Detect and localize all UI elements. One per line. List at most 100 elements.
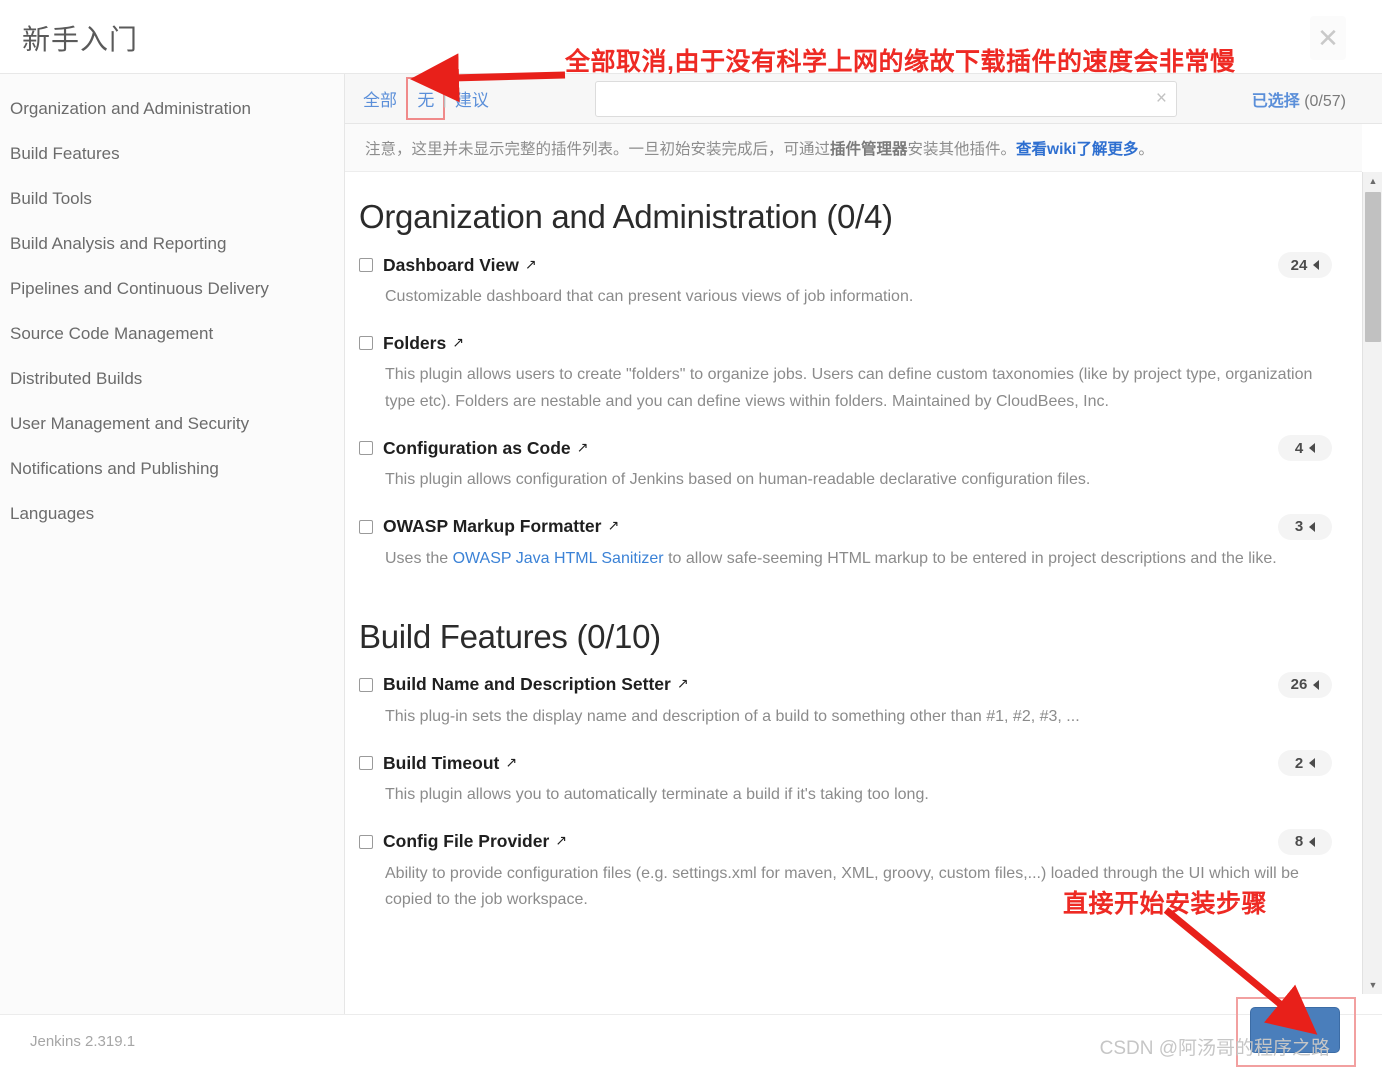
plugin-row-dashboard-view: Dashboard View ↗ 24 Customizable dashboa… [359, 250, 1332, 310]
external-link-icon[interactable]: ↗ [452, 334, 464, 351]
filter-links: 全部 | 无 | 建议 [359, 77, 493, 120]
plugin-checkbox-configuration-as-code[interactable] [359, 441, 373, 456]
plugin-row-build-timeout: Build Timeout ↗ 2 This plugin allows you… [359, 748, 1332, 808]
scrollbar-thumb[interactable] [1365, 192, 1381, 342]
close-icon[interactable]: ✕ [1310, 16, 1346, 60]
plugin-head: Configuration as Code ↗ [359, 433, 1332, 463]
plugin-head: Dashboard View ↗ [359, 250, 1332, 280]
plugin-name-dashboard-view[interactable]: Dashboard View [383, 255, 519, 276]
external-link-icon[interactable]: ↗ [577, 439, 589, 456]
plugin-description-folders: This plugin allows users to create "fold… [385, 366, 1313, 410]
triangle-left-icon [1313, 260, 1320, 270]
plugin-head: Build Name and Description Setter ↗ [359, 670, 1332, 700]
plugin-head: Folders ↗ [359, 328, 1332, 358]
badge-count: 2 [1294, 754, 1304, 772]
plugin-badge-dashboard-view[interactable]: 24 [1278, 252, 1332, 278]
plugin-checkbox-owasp-markup-formatter[interactable] [359, 519, 373, 534]
plugin-head: Build Timeout ↗ [359, 748, 1332, 778]
badge-count: 4 [1294, 439, 1304, 457]
filter-all-link[interactable]: 全部 [359, 84, 401, 113]
plugin-badge-build-timeout[interactable]: 2 [1278, 750, 1332, 777]
dialog-header: 新手入门 ✕ [0, 0, 1382, 74]
selected-count: 已选择 (0/57) [1252, 87, 1346, 111]
plugin-row-folders: Folders ↗ This plugin allows users to cr… [359, 328, 1332, 415]
plugin-name-build-timeout[interactable]: Build Timeout [383, 753, 499, 774]
vertical-scrollbar[interactable]: ▲ ▼ [1362, 172, 1382, 994]
plugin-description-build-timeout: This plugin allows you to automatically … [385, 786, 929, 804]
badge-count: 26 [1290, 676, 1308, 694]
notice-part-1: 注意，这里并未显示完整的插件列表。一旦初始安装完成后，可通过 [365, 140, 831, 158]
plugin-description-configuration-as-code: This plugin allows configuration of Jenk… [385, 471, 1091, 489]
plugin-name-configuration-as-code[interactable]: Configuration as Code [383, 438, 571, 459]
sidebar-item-pipelines-and-continuous-delivery[interactable]: Pipelines and Continuous Delivery [0, 266, 344, 311]
sidebar-item-user-management-and-security[interactable]: User Management and Security [0, 401, 344, 446]
notice-bold-plugin-manager: 插件管理器 [830, 140, 908, 158]
external-link-icon[interactable]: ↗ [677, 675, 689, 692]
plugin-name-config-file-provider[interactable]: Config File Provider [383, 831, 549, 852]
plugin-badge-build-name-and-description-setter[interactable]: 26 [1278, 671, 1332, 698]
external-link-icon[interactable]: ↗ [555, 832, 567, 849]
page-title: 新手入门 [22, 24, 139, 55]
plugin-scroll-area: Organization and Administration (0/4) Da… [345, 172, 1362, 994]
install-button[interactable] [1250, 1007, 1340, 1053]
category-title-build-features: Build Features (0/10) [359, 617, 661, 655]
plugin-description-owasp-markup-formatter: Uses the OWASP Java HTML Sanitizer to al… [385, 546, 1325, 572]
search-input[interactable] [595, 81, 1177, 117]
badge-count: 3 [1294, 518, 1304, 536]
plugin-name-owasp-markup-formatter[interactable]: OWASP Markup Formatter [383, 516, 601, 537]
filter-none-link[interactable]: 无 [406, 77, 446, 120]
selected-number: (0/57) [1304, 93, 1346, 110]
filter-suggested-link[interactable]: 建议 [451, 84, 493, 113]
sidebar-item-source-code-management[interactable]: Source Code Management [0, 311, 344, 356]
sidebar-item-notifications-and-publishing[interactable]: Notifications and Publishing [0, 446, 344, 491]
plugin-checkbox-build-name-and-description-setter[interactable] [359, 677, 373, 692]
plugin-head: Config File Provider ↗ [359, 827, 1332, 857]
plugin-badge-owasp-markup-formatter[interactable]: 3 [1278, 513, 1332, 540]
selected-label[interactable]: 已选择 [1252, 93, 1300, 110]
category-title-organization: Organization and Administration (0/4) [359, 198, 893, 235]
setup-wizard-dialog: 新手入门 ✕ Organization and Administration B… [0, 0, 1382, 1070]
owasp-sanitizer-link[interactable]: OWASP Java HTML Sanitizer [453, 550, 664, 567]
filter-bar: 全部 | 无 | 建议 × 已选择 (0/57) [345, 74, 1382, 124]
scroll-up-arrow-icon[interactable]: ▲ [1363, 172, 1382, 190]
plugin-checkbox-config-file-provider[interactable] [359, 834, 373, 849]
sidebar-item-languages[interactable]: Languages [0, 491, 344, 536]
sidebar-item-organization-and-administration[interactable]: Organization and Administration [0, 86, 344, 131]
notice-part-2: 安装其他插件。 [907, 140, 1017, 158]
badge-count: 24 [1290, 256, 1308, 274]
plugin-badge-config-file-provider[interactable]: 8 [1278, 828, 1332, 855]
plugin-description-build-name-and-description-setter: This plug-in sets the display name and d… [385, 707, 1080, 725]
scroll-down-arrow-icon[interactable]: ▼ [1363, 976, 1382, 994]
plugin-row-owasp-markup-formatter: OWASP Markup Formatter ↗ 3 Uses the OWAS… [359, 512, 1332, 572]
plugin-checkbox-dashboard-view[interactable] [359, 258, 373, 272]
sidebar-item-build-features[interactable]: Build Features [0, 131, 344, 176]
sidebar-item-distributed-builds[interactable]: Distributed Builds [0, 356, 344, 401]
external-link-icon[interactable]: ↗ [525, 256, 537, 273]
plugin-name-build-name-and-description-setter[interactable]: Build Name and Description Setter [383, 674, 671, 695]
plugin-checkbox-folders[interactable] [359, 336, 373, 351]
dialog-footer: Jenkins 2.319.1 [0, 997, 1382, 1070]
badge-count: 8 [1294, 833, 1304, 851]
plugin-list-notice: 注意，这里并未显示完整的插件列表。一旦初始安装完成后，可通过 插件管理器 安装其他插… [345, 124, 1362, 172]
filter-separator-2: | [442, 88, 447, 108]
external-link-icon[interactable]: ↗ [505, 754, 517, 771]
sidebar-item-build-analysis-and-reporting[interactable]: Build Analysis and Reporting [0, 221, 344, 266]
plugin-description-config-file-provider: Ability to provide configuration files (… [385, 864, 1299, 909]
desc-text-pre: Uses the [385, 549, 453, 567]
sidebar-item-build-tools[interactable]: Build Tools [0, 176, 344, 221]
plugin-description-dashboard-view: Customizable dashboard that can present … [385, 288, 914, 305]
desc-text-post: to allow safe-seeming HTML markup to be … [663, 549, 1277, 567]
plugin-pane: 全部 | 无 | 建议 × 已选择 (0/57) 注意，这里并未显示完整的插件列… [345, 74, 1382, 1014]
external-link-icon[interactable]: ↗ [607, 517, 619, 534]
clear-search-icon[interactable]: × [1156, 88, 1167, 110]
triangle-left-icon [1309, 443, 1316, 454]
filter-separator-1: | [405, 88, 410, 108]
plugin-row-configuration-as-code: Configuration as Code ↗ 4 This plugin al… [359, 433, 1332, 493]
plugin-name-folders[interactable]: Folders [383, 333, 446, 354]
plugin-row-config-file-provider: Config File Provider ↗ 8 Ability to prov… [359, 827, 1332, 914]
triangle-left-icon [1309, 521, 1316, 532]
notice-wiki-link[interactable]: 查看wiki了解更多 [1016, 137, 1138, 159]
plugin-checkbox-build-timeout[interactable] [359, 756, 373, 771]
plugin-badge-configuration-as-code[interactable]: 4 [1278, 435, 1332, 462]
notice-part-3: 。 [1138, 140, 1154, 158]
